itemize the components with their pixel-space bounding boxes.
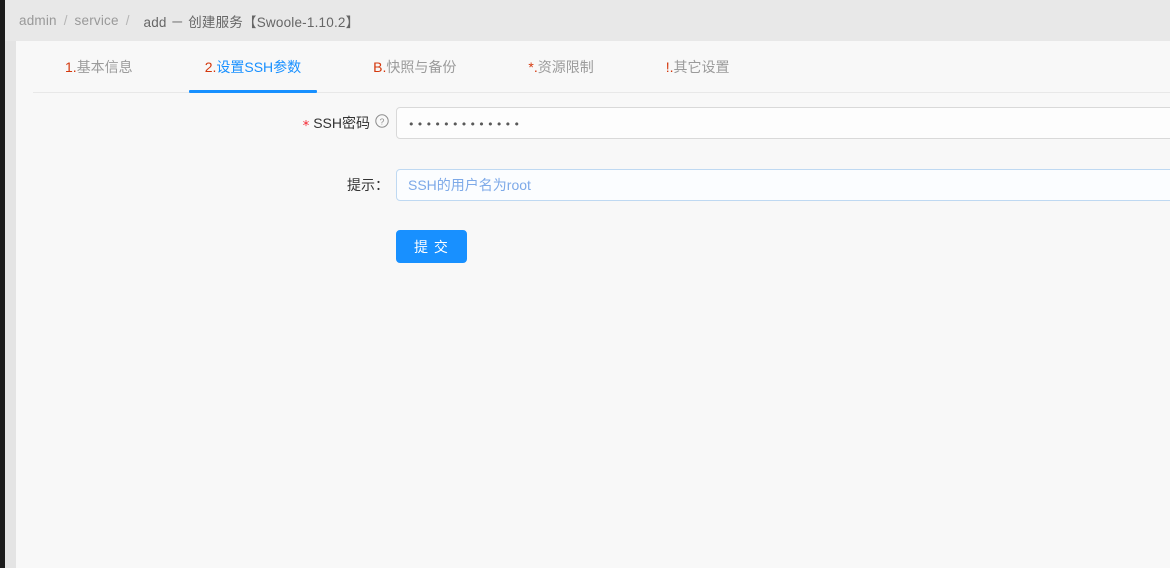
tab-prefix: B. [373, 59, 387, 75]
tab-resource-limit[interactable]: *.资源限制 [512, 41, 609, 93]
tab-label: 其它设置 [673, 59, 730, 75]
hint-label: 提示： [347, 177, 389, 194]
tab-snapshot-backup[interactable]: B.快照与备份 [357, 41, 472, 93]
tab-ssh-params[interactable]: 2.设置SSH参数 [188, 41, 318, 93]
hint-input[interactable]: SSH的用户名为root [396, 169, 1170, 202]
ssh-password-input[interactable]: ••••••••••••• [396, 107, 1170, 139]
ssh-password-label-text: SSH密码 [313, 115, 370, 131]
breadcrumb: admin / service / add － 创建服务【Swoole-1.10… [0, 0, 1170, 41]
ssh-params-form: * SSH密码? ••••••••••••• 提示： SSH的用户名为root 提… [16, 93, 1170, 264]
sidebar-rail [0, 0, 5, 568]
tab-label: 基本信息 [76, 59, 133, 75]
ssh-password-control: ••••••••••••• [396, 107, 1170, 139]
page-root: admin / service / add － 创建服务【Swoole-1.10… [0, 0, 1170, 568]
tab-prefix: 2. [204, 59, 217, 75]
tab-prefix: !. [665, 59, 674, 75]
form-row-hint: 提示： SSH的用户名为root [16, 169, 1170, 202]
breadcrumb-current-page: add － 创建服务【Swoole-1.10.2】 [143, 14, 360, 30]
tab-label: 资源限制 [537, 59, 594, 75]
hint-control: SSH的用户名为root [396, 169, 1170, 202]
tab-basic-info[interactable]: 1.基本信息 [49, 41, 149, 93]
tab-prefix: *. [528, 59, 538, 75]
breadcrumb-separator: / [63, 13, 68, 28]
form-row-submit: 提 交 [16, 230, 1170, 264]
submit-control: 提 交 [396, 230, 1170, 264]
tab-label: 设置SSH参数 [216, 59, 302, 75]
svg-text:?: ? [380, 117, 385, 127]
tab-prefix: 1. [65, 59, 77, 75]
ssh-password-label: * SSH密码? [16, 107, 396, 140]
tab-bar: 1.基本信息 2.设置SSH参数 B.快照与备份 *.资源限制 !.其它设置 [16, 41, 1170, 93]
breadcrumb-item-service[interactable]: service [75, 13, 119, 28]
question-circle-icon[interactable]: ? [375, 107, 389, 139]
form-row-ssh-password: * SSH密码? ••••••••••••• [16, 107, 1170, 140]
required-asterisk: * [302, 119, 310, 134]
tab-label: 快照与备份 [386, 59, 457, 75]
submit-button[interactable]: 提 交 [396, 230, 467, 264]
breadcrumb-item-admin[interactable]: admin [19, 13, 57, 28]
breadcrumb-separator: / [125, 13, 130, 28]
content-card: 1.基本信息 2.设置SSH参数 B.快照与备份 *.资源限制 !.其它设置 *… [16, 41, 1170, 568]
tab-other-settings[interactable]: !.其它设置 [650, 41, 746, 93]
